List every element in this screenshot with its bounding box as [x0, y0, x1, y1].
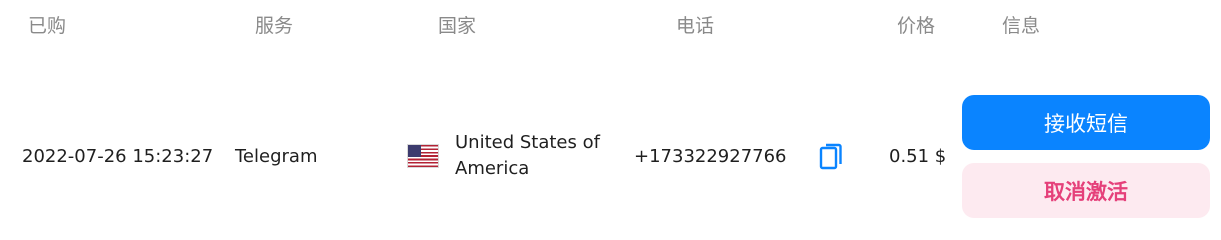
column-header-phone: 电话 [676, 15, 715, 37]
country-name: United States of America [455, 132, 600, 179]
phone-number: +173322927766 [634, 146, 787, 167]
copy-icon[interactable] [818, 141, 846, 173]
column-header-price: 价格 [897, 15, 936, 37]
cancel-activation-button[interactable]: 取消激活 [962, 163, 1210, 218]
us-flag-icon [408, 145, 438, 167]
column-header-country: 国家 [438, 15, 477, 37]
service-name: Telegram [235, 146, 318, 167]
activations-table: 已购 服务 国家 电话 价格 信息 2022-07-26 15:23:27 Te… [0, 0, 1221, 226]
country-cell: United States of America [408, 129, 605, 183]
receive-sms-button[interactable]: 接收短信 [962, 95, 1210, 150]
column-header-service: 服务 [255, 15, 294, 37]
purchase-date: 2022-07-26 15:23:27 [22, 146, 214, 167]
column-header-info: 信息 [1002, 15, 1041, 37]
column-header-bought: 已购 [28, 15, 67, 37]
price-value: 0.51 $ [889, 146, 947, 167]
